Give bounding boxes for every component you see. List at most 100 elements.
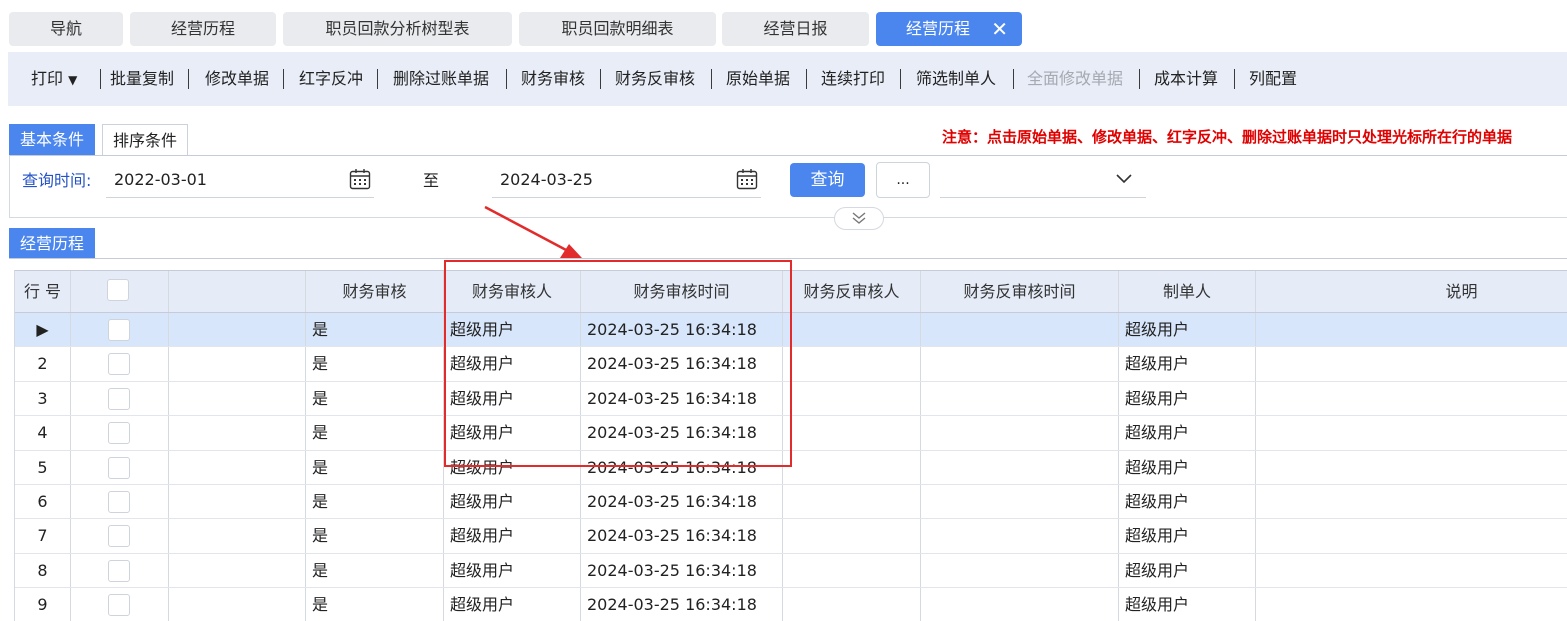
print-label: 打印 xyxy=(31,69,64,88)
finance-unaudit-button[interactable]: 财务反审核 xyxy=(615,52,695,106)
collapse-toggle[interactable] xyxy=(834,207,884,230)
toolbar-divider xyxy=(506,69,507,89)
grid-title-divider xyxy=(9,258,1567,259)
table-row[interactable]: 9 是超级用户 2024-03-25 16:34:18 超级用户 xyxy=(15,588,1567,621)
modify-bill-button[interactable]: 修改单据 xyxy=(205,52,269,106)
table-row[interactable]: 2 是超级用户 2024-03-25 16:34:18 超级用户 xyxy=(15,347,1567,382)
tab-sort-conditions[interactable]: 排序条件 xyxy=(102,124,188,155)
header-row-number: 行 号 xyxy=(15,271,71,312)
cell-unaudit-time xyxy=(921,553,1119,588)
header-unaudit-time[interactable]: 财务反审核时间 xyxy=(921,271,1119,312)
tab-business-history[interactable]: 经营历程 xyxy=(130,12,276,46)
toolbar-divider xyxy=(188,69,189,89)
header-unauditor[interactable]: 财务反审核人 xyxy=(783,271,921,312)
table-row[interactable]: 5 是超级用户 2024-03-25 16:34:18 超级用户 xyxy=(15,450,1567,485)
cell-finance-audit: 是 xyxy=(306,553,444,588)
query-time-label: 查询时间: xyxy=(22,171,92,190)
row-blank-cell xyxy=(169,519,306,553)
cell-description xyxy=(1256,382,1567,415)
table-row[interactable]: 6 是超级用户 2024-03-25 16:34:18 超级用户 xyxy=(15,485,1567,520)
cell-auditor: 超级用户 xyxy=(444,416,581,450)
tab-basic-conditions[interactable]: 基本条件 xyxy=(9,124,95,155)
table-row[interactable]: 8 是超级用户 2024-03-25 16:34:18 超级用户 xyxy=(15,553,1567,589)
table-row[interactable]: 7 是超级用户 2024-03-25 16:34:18 超级用户 xyxy=(15,519,1567,554)
row-blank-cell xyxy=(169,381,306,416)
row-checkbox[interactable] xyxy=(108,491,130,513)
current-row-arrow-icon: ▶ xyxy=(15,313,71,347)
cell-description xyxy=(1256,313,1567,346)
to-label: 至 xyxy=(423,171,440,190)
cell-audit-time: 2024-03-25 16:34:18 xyxy=(581,588,783,621)
query-button[interactable]: 查询 xyxy=(790,163,865,197)
cell-unaudit-time xyxy=(921,519,1119,553)
row-checkbox[interactable] xyxy=(108,319,130,341)
row-checkbox[interactable] xyxy=(108,353,130,376)
table-row[interactable]: ▶ 是超级用户 2024-03-25 16:34:18 超级用户 xyxy=(15,313,1567,348)
cell-unaudit-time xyxy=(921,381,1119,416)
tab-staff-collection-tree[interactable]: 职员回款分析树型表 xyxy=(283,12,512,46)
row-checkbox[interactable] xyxy=(108,456,130,479)
row-checkbox[interactable] xyxy=(108,594,130,617)
row-blank-cell xyxy=(169,588,306,621)
toolbar-divider xyxy=(600,69,601,89)
red-reversal-button[interactable]: 红字反冲 xyxy=(299,52,363,106)
row-checkbox[interactable] xyxy=(108,525,130,548)
cell-audit-time: 2024-03-25 16:34:18 xyxy=(581,416,783,450)
double-chevron-down-icon xyxy=(852,212,866,224)
continuous-print-button[interactable]: 连续打印 xyxy=(821,52,885,106)
delete-posted-bill-button[interactable]: 删除过账单据 xyxy=(393,52,489,106)
date-to-input[interactable]: 2024-03-25 xyxy=(492,162,761,198)
grid-header: 行 号 财务审核 财务审核人 财务审核时间 财务反审核人 财务反审核时间 制单人… xyxy=(15,271,1567,313)
chevron-down-icon xyxy=(1116,174,1132,184)
cell-audit-time: 2024-03-25 16:34:18 xyxy=(581,381,783,416)
tab-staff-collection-detail[interactable]: 职员回款明细表 xyxy=(519,12,716,46)
original-bill-button[interactable]: 原始单据 xyxy=(726,52,790,106)
chevron-down-icon: ▼ xyxy=(68,73,78,87)
cell-unaudit-time xyxy=(921,416,1119,450)
tab-business-history-active[interactable]: 经营历程 ✕ xyxy=(876,12,1022,46)
header-audit-time[interactable]: 财务审核时间 xyxy=(581,271,783,312)
batch-copy-button[interactable]: 批量复制 xyxy=(110,52,174,106)
cell-maker: 超级用户 xyxy=(1119,347,1256,381)
cell-audit-time: 2024-03-25 16:34:18 xyxy=(581,519,783,553)
tab-business-daily[interactable]: 经营日报 xyxy=(722,12,869,46)
cost-calc-button[interactable]: 成本计算 xyxy=(1154,52,1218,106)
cell-description xyxy=(1256,347,1567,380)
tab-navigation[interactable]: 导航 xyxy=(9,12,123,46)
calendar-icon[interactable] xyxy=(736,168,758,190)
cell-maker: 超级用户 xyxy=(1119,416,1256,450)
header-maker[interactable]: 制单人 xyxy=(1119,271,1256,312)
header-blank xyxy=(169,271,306,312)
row-blank-cell xyxy=(169,450,306,484)
close-icon[interactable]: ✕ xyxy=(991,12,1008,46)
table-row[interactable]: 4 是超级用户 2024-03-25 16:34:18 超级用户 xyxy=(15,416,1567,451)
header-description[interactable]: 说明 xyxy=(1256,271,1567,312)
row-checkbox-cell xyxy=(71,313,169,347)
filter-maker-button[interactable]: 筛选制单人 xyxy=(916,52,996,106)
more-button[interactable]: ... xyxy=(876,162,930,198)
row-checkbox[interactable] xyxy=(108,422,130,445)
print-button[interactable]: 打印 ▼ xyxy=(31,52,77,106)
toolbar-divider xyxy=(1139,69,1140,89)
cell-unauditor xyxy=(783,416,921,450)
tab-active-label: 经营历程 xyxy=(906,19,971,38)
table-row[interactable]: 3 是超级用户 2024-03-25 16:34:18 超级用户 xyxy=(15,381,1567,417)
scheme-select[interactable] xyxy=(940,162,1146,198)
toolbar-divider xyxy=(283,69,284,89)
full-modify-bill-button[interactable]: 全面修改单据 xyxy=(1027,52,1123,106)
date-from-input[interactable]: 2022-03-01 xyxy=(106,162,374,198)
row-checkbox[interactable] xyxy=(108,559,130,582)
cell-description xyxy=(1256,451,1567,484)
row-checkbox-cell xyxy=(71,588,169,621)
finance-audit-button[interactable]: 财务审核 xyxy=(521,52,585,106)
cell-finance-audit: 是 xyxy=(306,588,444,621)
header-auditor[interactable]: 财务审核人 xyxy=(444,271,581,312)
cell-auditor: 超级用户 xyxy=(444,313,581,347)
header-finance-audit[interactable]: 财务审核 xyxy=(306,271,444,312)
select-all-checkbox[interactable] xyxy=(107,279,129,301)
column-config-button[interactable]: 列配置 xyxy=(1249,52,1297,106)
row-number: 8 xyxy=(15,553,71,588)
calendar-icon[interactable] xyxy=(349,168,371,190)
cell-finance-audit: 是 xyxy=(306,347,444,381)
row-checkbox[interactable] xyxy=(108,387,130,410)
